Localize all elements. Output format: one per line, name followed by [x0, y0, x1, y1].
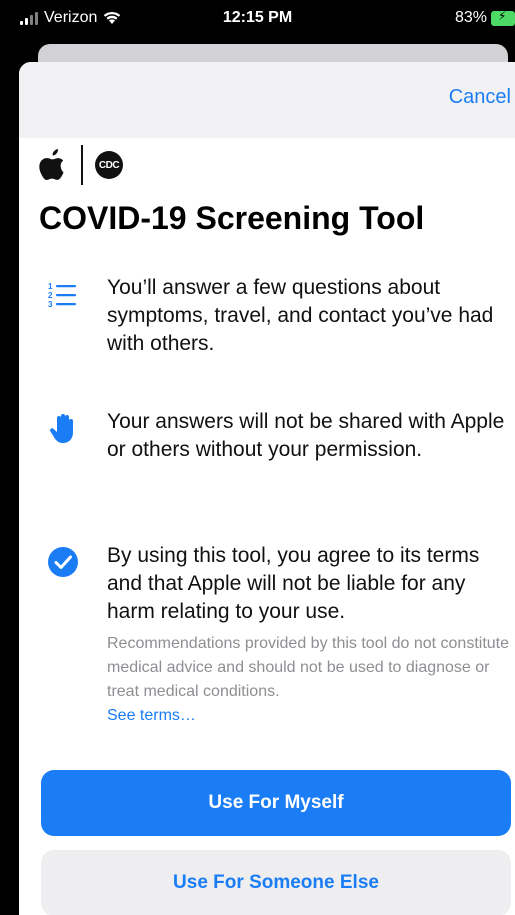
svg-text:2: 2 — [48, 291, 53, 300]
apple-logo-icon — [39, 149, 64, 181]
numbered-list-icon: 1 2 3 — [48, 282, 76, 309]
nav-bar: Cancel — [19, 62, 515, 138]
logo-divider — [81, 145, 83, 185]
disclaimer-text: Recommendations provided by this tool do… — [107, 632, 512, 728]
info-item-questions: 1 2 3 You’ll answer a few questions abou… — [39, 274, 509, 364]
see-terms-link[interactable]: See terms… — [107, 707, 196, 724]
svg-text:1: 1 — [48, 282, 53, 291]
status-bar: Verizon 12:15 PM 83% ⚡ — [0, 0, 515, 40]
item-text: Your answers will not be shared with App… — [107, 410, 505, 461]
use-for-myself-button[interactable]: Use For Myself — [41, 770, 511, 836]
logos: CDC — [39, 142, 123, 188]
cdc-logo-icon: CDC — [95, 151, 123, 179]
cancel-button[interactable]: Cancel — [449, 86, 511, 109]
info-item-privacy: Your answers will not be shared with App… — [39, 408, 509, 498]
checkmark-circle-icon — [48, 547, 78, 577]
battery-percent: 83% — [454, 9, 487, 26]
svg-text:3: 3 — [48, 300, 53, 309]
cdc-logo-text: CDC — [98, 159, 120, 171]
battery-icon: ⚡ — [491, 9, 515, 26]
status-time: 12:15 PM — [222, 9, 293, 26]
status-right: 83% ⚡ — [455, 9, 515, 27]
item-text-block: By using this tool, you agree to its ter… — [107, 542, 512, 728]
item-text: You’ll answer a few questions about symp… — [107, 276, 494, 355]
page-title: COVID-19 Screening Tool — [39, 200, 425, 236]
info-item-terms: By using this tool, you agree to its ter… — [39, 542, 509, 742]
disclaimer-body: Recommendations provided by this tool do… — [107, 635, 510, 700]
item-text: By using this tool, you agree to its ter… — [107, 544, 480, 623]
hand-icon — [50, 414, 73, 443]
use-for-someone-else-button[interactable]: Use For Someone Else — [41, 850, 511, 915]
screening-sheet: Cancel CDC COVID-19 Screening Tool 1 2 3… — [19, 62, 515, 915]
